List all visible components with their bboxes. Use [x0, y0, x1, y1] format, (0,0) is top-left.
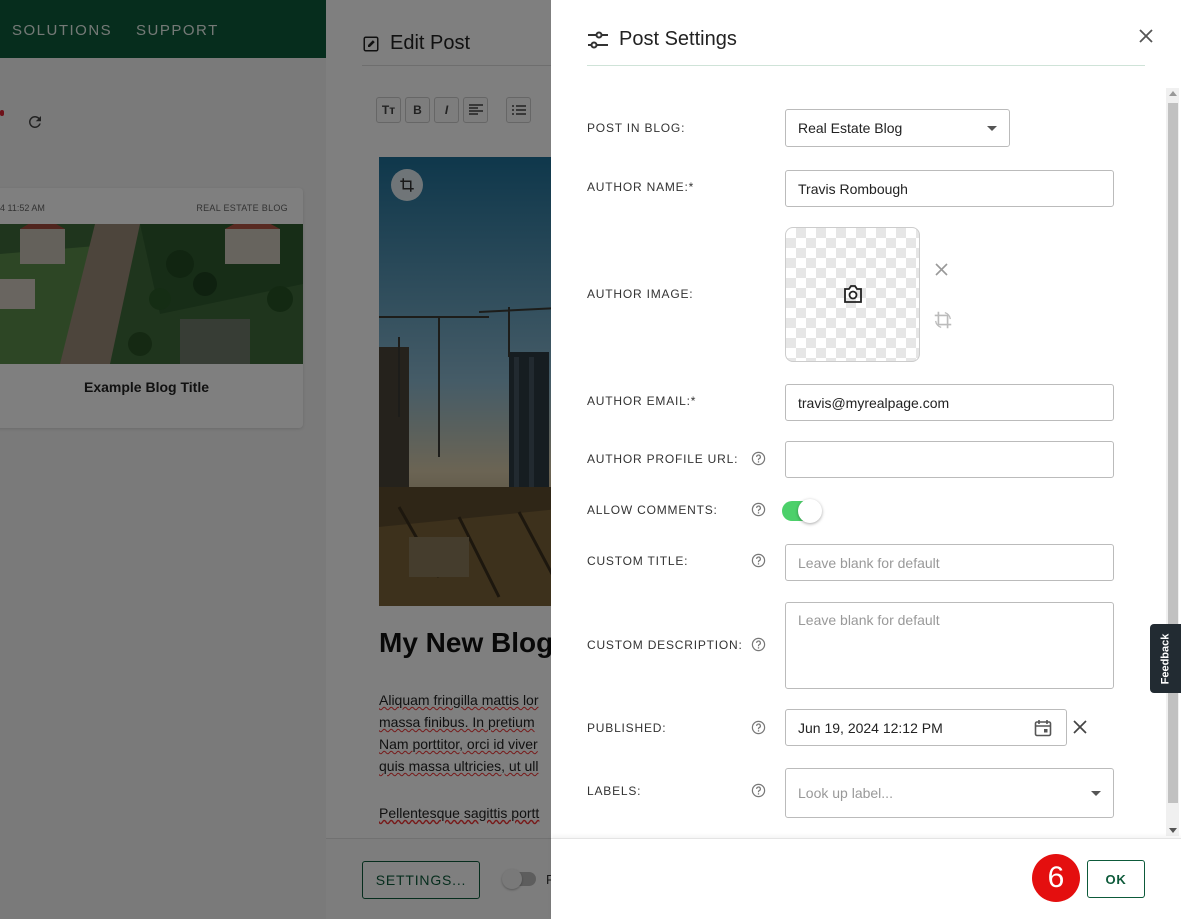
panel-footer: 6 OK	[551, 838, 1181, 919]
custom-description-label: CUSTOM DESCRIPTION:	[587, 638, 743, 652]
help-icon[interactable]	[751, 720, 766, 735]
edit-post-dialog: Edit Post Tт B I	[326, 0, 551, 919]
labels-lookup-select[interactable]: Look up label...	[785, 768, 1114, 818]
help-icon[interactable]	[751, 637, 766, 652]
labels-placeholder: Look up label...	[798, 785, 893, 801]
help-icon[interactable]	[751, 783, 766, 798]
post-settings-panel: Post Settings POST IN BLOG: Real Estate …	[551, 0, 1181, 919]
calendar-icon[interactable]	[1034, 719, 1052, 737]
close-icon[interactable]	[1137, 27, 1155, 45]
author-email-value: travis@myrealpage.com	[798, 394, 950, 411]
scroll-thumb[interactable]	[1168, 103, 1178, 803]
step-number-badge: 6	[1032, 854, 1080, 902]
modal-backdrop	[0, 0, 326, 919]
header-divider	[587, 65, 1145, 66]
post-in-blog-label: POST IN BLOG:	[587, 121, 686, 135]
panel-title: Post Settings	[619, 28, 737, 50]
author-profile-url-input[interactable]	[785, 441, 1114, 478]
panel-scrollbar[interactable]	[1166, 88, 1179, 836]
sliders-icon	[588, 31, 608, 48]
panel-header: Post Settings	[587, 28, 737, 51]
toggle-knob	[798, 499, 822, 523]
scroll-down-arrow-icon[interactable]	[1169, 828, 1177, 833]
author-profile-url-label: AUTHOR PROFILE URL:	[587, 452, 739, 466]
custom-description-textarea[interactable]: Leave blank for default	[785, 602, 1114, 689]
crop-rotate-icon[interactable]	[932, 309, 954, 331]
custom-description-placeholder: Leave blank for default	[798, 612, 940, 628]
post-in-blog-select[interactable]: Real Estate Blog	[785, 109, 1010, 147]
help-icon[interactable]	[751, 502, 766, 517]
clear-date-icon[interactable]	[1072, 719, 1088, 735]
feedback-tab[interactable]: Feedback	[1150, 624, 1181, 693]
published-label: PUBLISHED:	[587, 721, 667, 735]
author-email-label: AUTHOR EMAIL:*	[587, 394, 697, 408]
chevron-down-icon	[1091, 791, 1101, 796]
ok-button[interactable]: OK	[1087, 860, 1145, 898]
post-in-blog-value: Real Estate Blog	[798, 120, 903, 136]
background-page: SOLUTIONS SUPPORT 4 11:52 AM REAL ESTATE…	[0, 0, 326, 919]
custom-title-label: CUSTOM TITLE:	[587, 554, 689, 568]
author-image-label: AUTHOR IMAGE:	[587, 287, 694, 301]
modal-backdrop-editor	[326, 0, 551, 919]
camera-icon	[844, 285, 862, 303]
allow-comments-label: ALLOW COMMENTS:	[587, 503, 718, 517]
custom-title-placeholder: Leave blank for default	[798, 554, 940, 571]
custom-title-input[interactable]: Leave blank for default	[785, 544, 1114, 581]
help-icon[interactable]	[751, 553, 766, 568]
allow-comments-toggle[interactable]	[782, 499, 822, 523]
scroll-up-arrow-icon[interactable]	[1169, 91, 1177, 96]
author-email-input[interactable]: travis@myrealpage.com	[785, 384, 1114, 421]
chevron-down-icon	[987, 126, 997, 131]
feedback-label: Feedback	[1159, 633, 1172, 684]
author-name-input[interactable]: Travis Rombough	[785, 170, 1114, 207]
published-value: Jun 19, 2024 12:12 PM	[798, 719, 943, 736]
published-date-input[interactable]: Jun 19, 2024 12:12 PM	[785, 709, 1067, 746]
clear-image-icon[interactable]	[934, 262, 949, 277]
author-name-value: Travis Rombough	[798, 180, 908, 197]
labels-label: LABELS:	[587, 784, 642, 798]
author-name-label: AUTHOR NAME:*	[587, 180, 695, 194]
help-icon[interactable]	[751, 451, 766, 466]
author-image-upload[interactable]	[785, 227, 920, 362]
